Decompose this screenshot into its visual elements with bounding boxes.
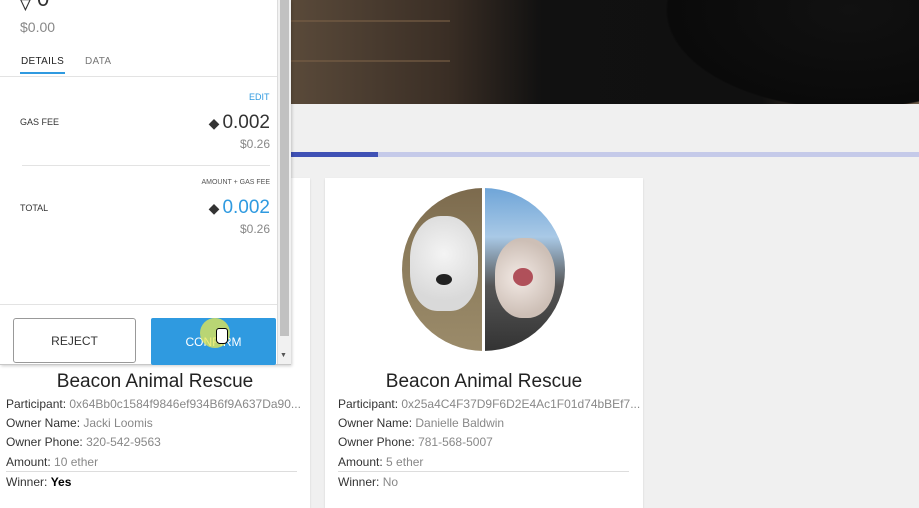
gas-fee-eth-value: 0.002 [222, 112, 270, 133]
tab-details[interactable]: DETAILS [19, 56, 66, 74]
amount-value: 10 ether [54, 455, 99, 469]
amount-label: Amount: [338, 455, 383, 469]
participant-address: 0x25a4C4F37D9F6D2E4Ac1F01d74bBEf7... [401, 397, 641, 411]
footer-divider [0, 304, 277, 305]
amount-row: Amount: 10 ether [6, 455, 98, 469]
total-label: TOTAL [20, 203, 49, 213]
card-title: Beacon Animal Rescue [385, 371, 583, 392]
owner-phone-row: Owner Phone: 320-542-9563 [6, 435, 161, 449]
owner-name-row: Owner Name: Danielle Baldwin [338, 416, 504, 430]
total-eth-value: 0.002 [222, 197, 270, 218]
ethereum-icon: ◆ [208, 200, 220, 216]
dog-photo [402, 188, 565, 351]
participant-row: Participant: 0x64Bb0c1584f9846ef934B6f9A… [6, 397, 301, 411]
card-divider [338, 471, 629, 472]
hand-cursor-icon [216, 328, 228, 344]
owner-name-label: Owner Name: [338, 416, 413, 430]
amount-value: 5 ether [386, 455, 424, 469]
card-divider [6, 471, 297, 472]
owner-name-value: Danielle Baldwin [415, 416, 505, 430]
winner-value: Yes [50, 475, 72, 489]
participant-label: Participant: [6, 397, 67, 411]
owner-phone-value: 320-542-9563 [86, 435, 161, 449]
winner-label: Winner: [338, 475, 380, 489]
participant-row: Participant: 0x25a4C4F37D9F6D2E4Ac1F01d7… [338, 397, 640, 411]
tab-data[interactable]: DATA [85, 56, 111, 67]
scrollbar-thumb[interactable] [280, 0, 289, 336]
popup-scrollbar[interactable]: ▼ [277, 0, 291, 364]
gas-fee-usd: $0.26 [239, 137, 270, 151]
winner-row: Winner: No [338, 475, 398, 489]
edit-gas-link[interactable]: EDIT [249, 92, 270, 102]
owner-phone-value: 781-568-5007 [418, 435, 493, 449]
ethereum-icon: ◆ [208, 115, 220, 131]
gas-fee-label: GAS FEE [20, 117, 60, 127]
total-usd: $0.26 [239, 222, 270, 236]
winner-label: Winner: [6, 475, 48, 489]
participant-address: 0x64Bb0c1584f9846ef934B6f9A637Da90... [69, 397, 301, 411]
reject-button[interactable]: REJECT [13, 318, 136, 363]
section-divider [22, 165, 270, 166]
wallet-confirm-popup: ⟠ 0 $0.00 DETAILS DATA EDIT GAS FEE ◆0.0… [0, 0, 291, 365]
owner-name-value: Jacki Loomis [83, 416, 153, 430]
winner-row: Winner: Yes [6, 475, 71, 489]
winner-value: No [382, 475, 399, 489]
owner-name-label: Owner Name: [6, 416, 81, 430]
participant-card: Beacon Animal Rescue Participant: 0x25a4… [325, 178, 643, 508]
progress-fill [290, 152, 379, 157]
amount-label: Amount: [6, 455, 51, 469]
amount-gas-label: AMOUNT + GAS FEE [201, 179, 270, 186]
progress-bar [290, 152, 919, 157]
owner-phone-label: Owner Phone: [6, 435, 83, 449]
card-title: Beacon Animal Rescue [56, 371, 254, 392]
amount-row: Amount: 5 ether [338, 455, 423, 469]
transaction-amount-usd: $0.00 [20, 19, 56, 35]
owner-name-row: Owner Name: Jacki Loomis [6, 416, 153, 430]
gas-fee-eth: ◆ 0.002 [209, 112, 270, 134]
owner-phone-label: Owner Phone: [338, 435, 415, 449]
scroll-down-arrow-icon[interactable]: ▼ [280, 352, 287, 359]
hero-dog-photo [290, 0, 919, 104]
tab-underline-divider [0, 76, 277, 77]
owner-phone-row: Owner Phone: 781-568-5007 [338, 435, 493, 449]
total-eth: ◆ 0.002 [209, 197, 270, 219]
participant-label: Participant: [338, 397, 399, 411]
transaction-amount-eth: ⟠ 0 [20, 0, 49, 12]
